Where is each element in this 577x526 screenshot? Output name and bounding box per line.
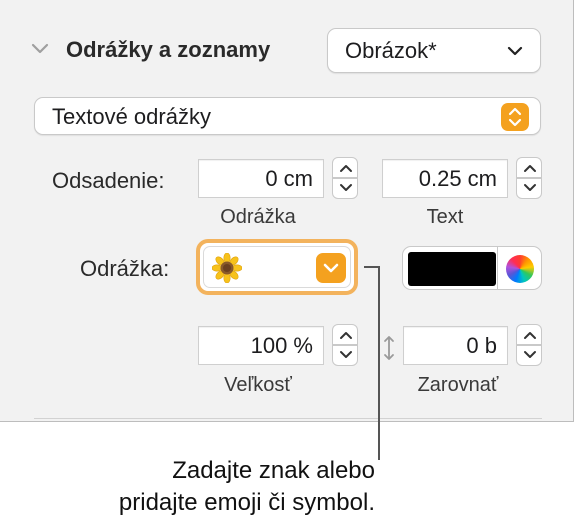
stepper-down-icon[interactable]	[332, 178, 358, 199]
align-sublabel: Zarovnať	[417, 374, 499, 396]
bullet-character-popup[interactable]	[196, 239, 358, 295]
color-wheel-button[interactable]	[498, 246, 542, 290]
bullet-type-value: Textové odrážky	[52, 104, 211, 129]
indent-label: Odsadenie:	[52, 168, 165, 193]
panel-divider	[34, 418, 542, 419]
align-stepper[interactable]	[516, 324, 542, 368]
stepper-down-icon[interactable]	[516, 345, 542, 366]
bullet-label: Odrážka:	[80, 256, 170, 281]
size-field[interactable]: 100 %	[198, 326, 324, 365]
chevron-down-icon	[507, 46, 523, 56]
stepper-up-icon[interactable]	[332, 157, 358, 178]
sunflower-emoji-icon	[212, 253, 242, 283]
bullet-indent-value: 0 cm	[265, 166, 313, 191]
size-sublabel: Veľkosť	[224, 374, 292, 396]
callout-line-2: pridajte emoji či symbol.	[118, 489, 375, 516]
size-value: 100 %	[250, 333, 313, 358]
disclosure-chevron-icon[interactable]	[30, 41, 50, 57]
bullet-indent-sublabel: Odrážka	[220, 206, 296, 228]
color-wheel-icon	[506, 255, 534, 283]
stepper-up-icon[interactable]	[516, 324, 542, 345]
chevron-down-icon[interactable]	[316, 253, 346, 283]
color-swatch	[408, 252, 496, 286]
bullet-color-well[interactable]	[402, 246, 542, 290]
text-indent-stepper[interactable]	[516, 157, 542, 201]
bullet-style-value: Obrázok*	[345, 38, 437, 63]
bullet-style-popup[interactable]: Obrázok*	[327, 28, 541, 73]
stepper-down-icon[interactable]	[516, 178, 542, 199]
bullet-indent-stepper[interactable]	[332, 157, 358, 201]
align-field[interactable]: 0 b	[403, 326, 508, 365]
callout-line	[378, 266, 380, 460]
bullet-character-field[interactable]	[203, 246, 351, 288]
size-stepper[interactable]	[332, 324, 358, 368]
stepper-up-icon[interactable]	[332, 324, 358, 345]
color-swatch-button[interactable]	[402, 246, 498, 290]
stepper-down-icon[interactable]	[332, 345, 358, 366]
vertical-align-arrow-icon	[384, 336, 394, 360]
text-indent-sublabel: Text	[426, 206, 464, 228]
stepper-up-icon[interactable]	[516, 157, 542, 178]
text-indent-field[interactable]: 0.25 cm	[382, 159, 508, 198]
up-down-chevron-icon	[501, 103, 529, 131]
callout-text: Zadajte znak alebo pridajte emoji či sym…	[119, 455, 375, 519]
align-value: 0 b	[466, 333, 497, 358]
text-indent-value: 0.25 cm	[418, 166, 497, 191]
section-title[interactable]: Odrážky a zoznamy	[66, 37, 270, 63]
bullet-type-popup[interactable]: Textové odrážky	[34, 97, 541, 135]
bullet-indent-field[interactable]: 0 cm	[198, 159, 324, 198]
callout-line-1: Zadajte znak alebo	[172, 457, 375, 484]
